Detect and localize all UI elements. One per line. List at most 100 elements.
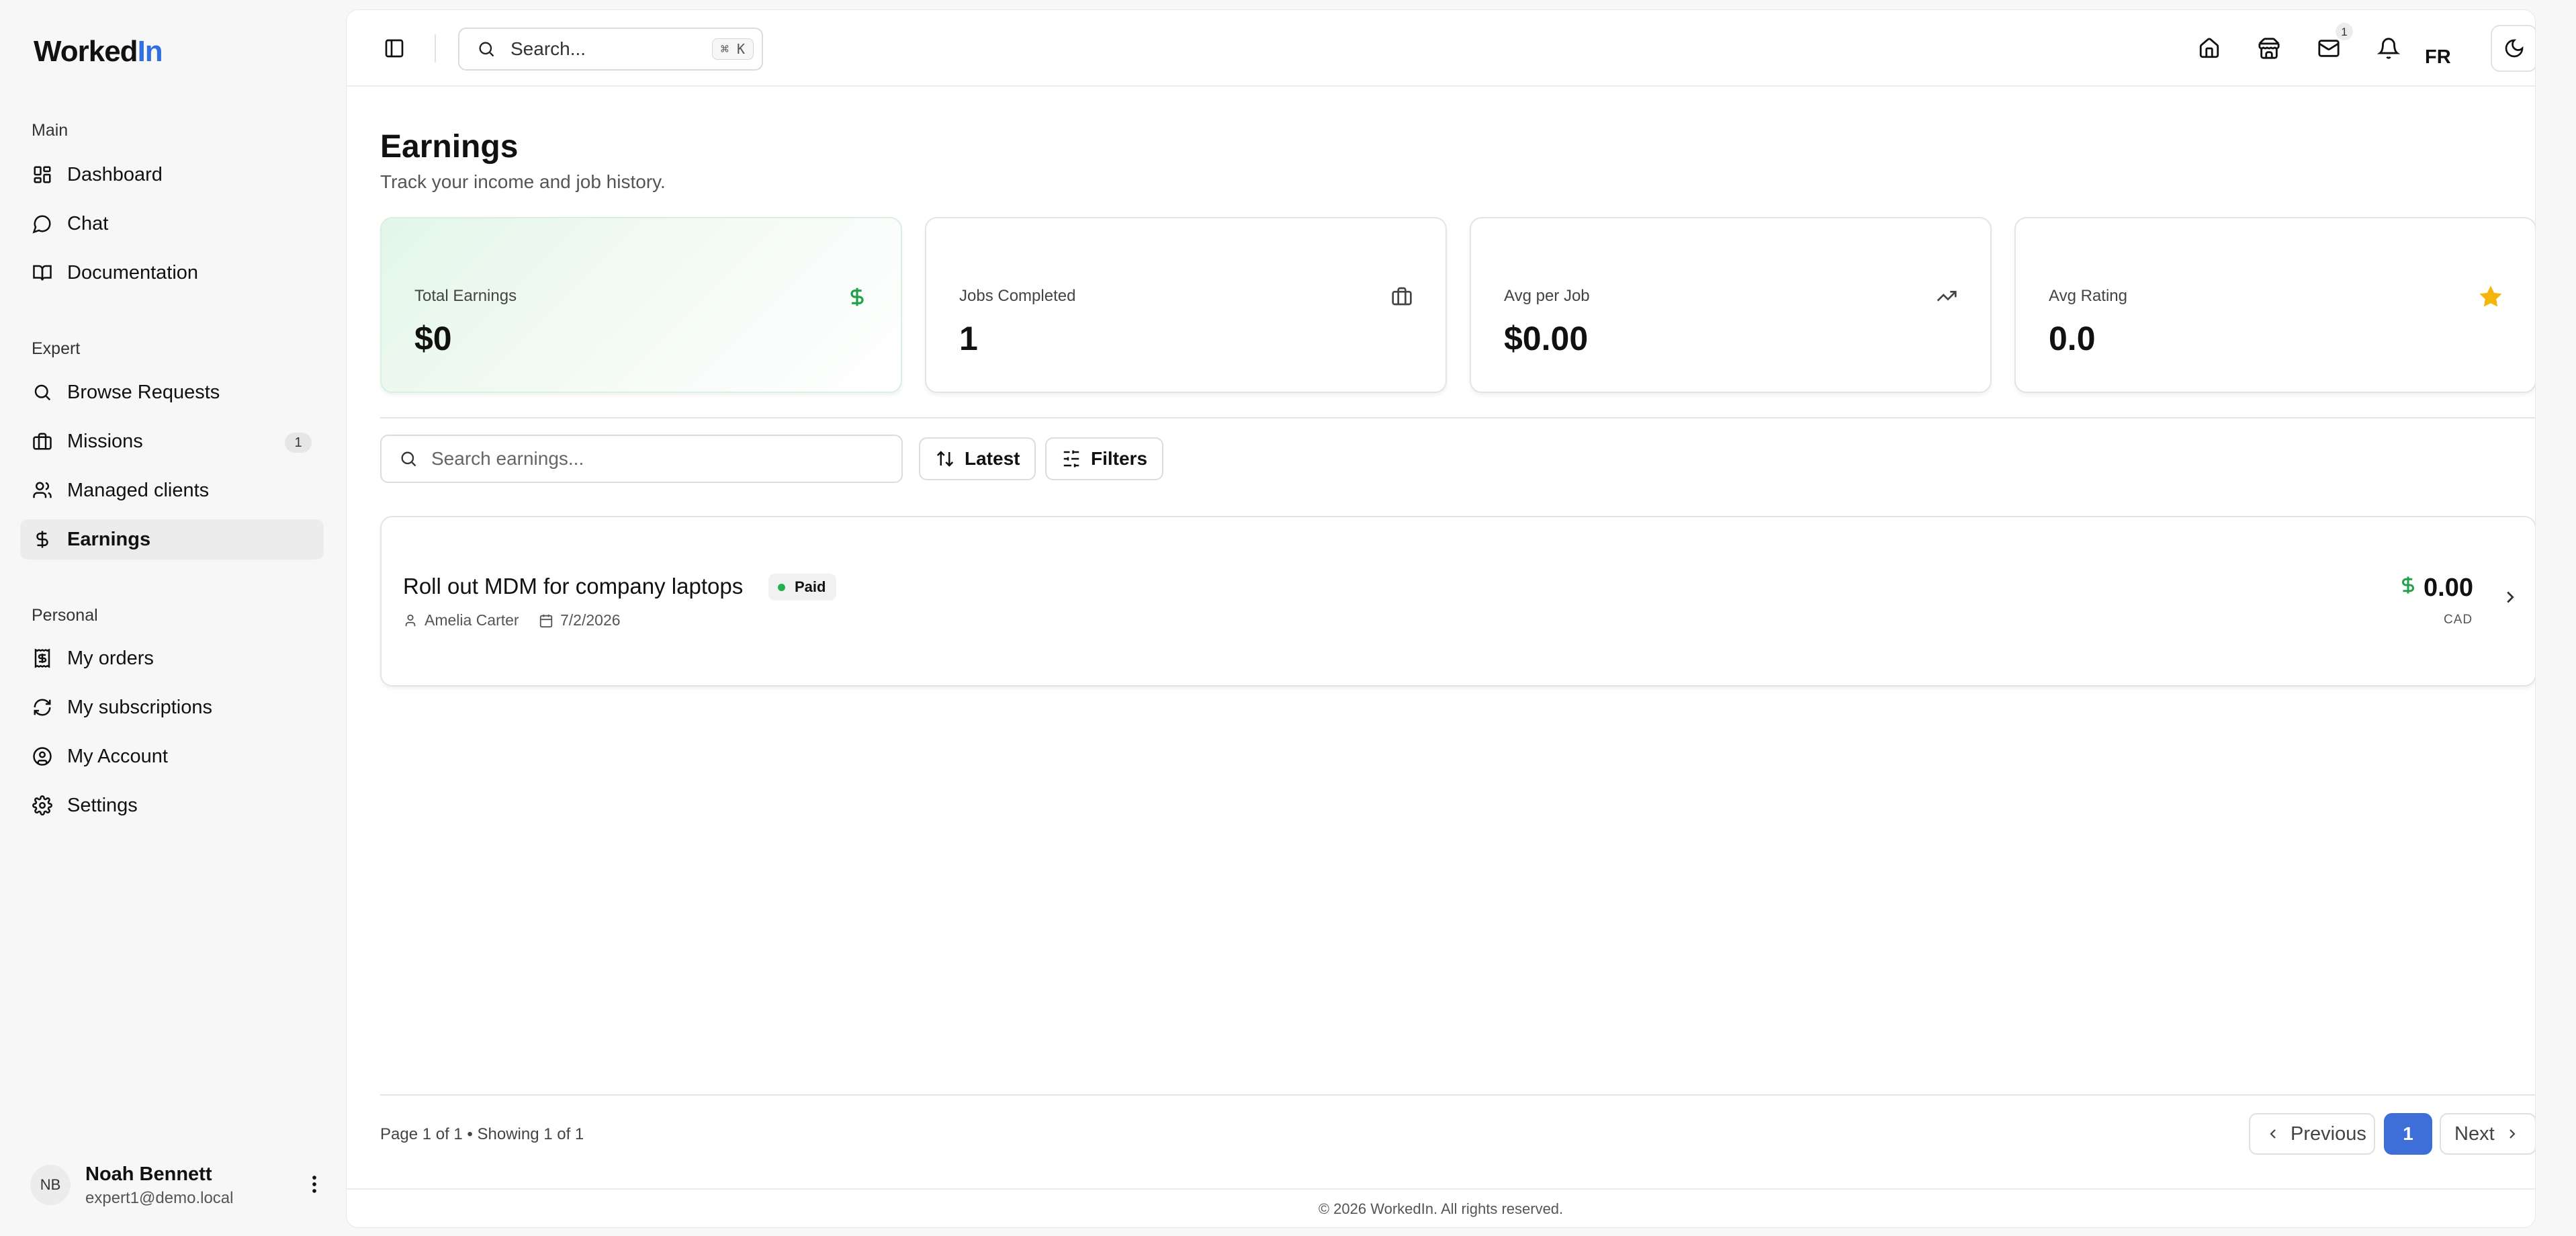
chevron-right-icon <box>2509 1129 2516 1139</box>
dashboard-icon <box>34 166 51 183</box>
chat-icon <box>32 215 51 234</box>
avatar: NB <box>30 1165 71 1205</box>
sidebar-toggle-button[interactable] <box>380 34 408 62</box>
sidebar-item-settings[interactable]: Settings <box>20 785 324 826</box>
date-meta: 7/2/2026 <box>539 611 621 629</box>
status-label: Paid <box>795 578 826 595</box>
next-label: Next <box>2454 1122 2495 1145</box>
sidebar-item-dashboard[interactable]: Dashboard <box>20 154 324 195</box>
mail-count-badge: 1 <box>2336 23 2353 40</box>
language-switcher[interactable]: FR <box>2425 46 2451 69</box>
logo-text: Worked <box>34 35 138 68</box>
store-button[interactable] <box>2255 34 2283 62</box>
stat-label: Jobs Completed <box>959 287 1076 305</box>
sidebar-item-my-subscriptions[interactable]: My subscriptions <box>20 687 324 727</box>
sort-button[interactable]: Latest <box>919 437 1036 480</box>
sidebar-item-label: Settings <box>67 794 138 816</box>
job-date: 7/2/2026 <box>560 611 621 629</box>
earning-list-item[interactable]: Roll out MDM for company laptops Paid Am… <box>380 516 2535 687</box>
home-icon <box>2199 38 2219 58</box>
receipt-icon <box>34 648 50 668</box>
status-badge: Paid <box>768 574 837 601</box>
search-icon <box>34 384 51 401</box>
sidebar-item-my-orders[interactable]: My orders <box>20 638 324 678</box>
page-button-current[interactable]: 1 <box>2384 1113 2432 1155</box>
stat-value: 1 <box>959 320 978 357</box>
sidebar-item-managed-clients[interactable]: Managed clients <box>20 470 324 511</box>
sidebar: WorkedIn Main Dashboard Chat Documentati… <box>0 0 346 1236</box>
star-icon <box>2479 285 2502 307</box>
user-circle-icon <box>33 747 52 766</box>
notifications-button[interactable] <box>2374 34 2403 62</box>
app-logo[interactable]: WorkedIn <box>34 35 163 69</box>
job-title: Roll out MDM for company laptops <box>403 574 744 599</box>
page-title: Earnings <box>380 129 519 165</box>
sidebar-item-label: Documentation <box>67 261 199 283</box>
copyright-text: © 2026 WorkedIn. All rights reserved. <box>1318 1200 1564 1217</box>
user-profile[interactable]: NB Noah Bennett expert1@demo.local <box>30 1161 326 1208</box>
sliders-icon <box>1063 450 1079 468</box>
stat-value: $0 <box>414 320 452 357</box>
panel-left-icon <box>385 39 404 58</box>
stat-card-avg-per-job: Avg per Job $0.00 <box>1470 217 1992 393</box>
search-placeholder: Search earnings... <box>431 448 584 469</box>
earnings-search-input[interactable]: Search earnings... <box>380 435 903 483</box>
stat-label: Total Earnings <box>414 287 517 305</box>
stat-value: $0.00 <box>1504 320 1589 357</box>
sidebar-item-label: Browse Requests <box>67 381 220 403</box>
bell-icon <box>2377 38 2400 59</box>
sort-icon <box>936 451 954 467</box>
sidebar-item-missions[interactable]: Missions 1 <box>20 421 324 461</box>
sidebar-item-documentation[interactable]: Documentation <box>20 253 324 293</box>
stat-card-jobs-completed: Jobs Completed 1 <box>925 217 1447 393</box>
stat-card-total-earnings: Total Earnings $0 <box>380 217 902 393</box>
chevron-right-icon[interactable] <box>2500 587 2520 607</box>
sidebar-item-earnings[interactable]: Earnings <box>20 519 324 560</box>
earning-amount: 0.00 <box>2424 574 2473 602</box>
client-name: Amelia Carter <box>425 611 519 629</box>
dollar-icon <box>850 288 864 306</box>
logo-accent: In <box>137 35 163 68</box>
section-divider <box>380 417 2535 418</box>
chevron-left-icon <box>2270 1129 2276 1139</box>
global-search-input[interactable]: Search... ⌘ K <box>458 28 763 71</box>
stat-label: Avg per Job <box>1504 287 1590 305</box>
stat-label: Avg Rating <box>2049 287 2127 305</box>
user-email: expert1@demo.local <box>85 1189 234 1207</box>
more-vertical-icon[interactable] <box>303 1173 326 1196</box>
section-label-main: Main <box>32 121 69 140</box>
sidebar-item-label: Dashboard <box>67 163 163 185</box>
sort-label: Latest <box>965 448 1020 469</box>
section-label-expert: Expert <box>32 339 81 358</box>
stat-value: 0.0 <box>2049 320 2096 357</box>
next-page-button[interactable]: Next <box>2440 1113 2535 1155</box>
dollar-icon <box>2402 576 2414 594</box>
pagination-info: Page 1 of 1 • Showing 1 of 1 <box>380 1125 584 1143</box>
search-icon <box>401 451 416 467</box>
section-label-personal: Personal <box>32 606 98 625</box>
main-panel: Search... ⌘ K 1 FR Earnings Track your i… <box>346 9 2536 1228</box>
svg-text:1: 1 <box>2341 26 2347 38</box>
sidebar-item-label: Missions <box>67 430 143 452</box>
pagination-divider <box>380 1094 2535 1096</box>
previous-page-button[interactable]: Previous <box>2249 1113 2375 1155</box>
sidebar-item-chat[interactable]: Chat <box>20 204 324 244</box>
earning-currency: CAD <box>2444 613 2473 627</box>
briefcase-icon <box>33 433 52 450</box>
sidebar-item-label: My orders <box>67 647 154 669</box>
filters-button[interactable]: Filters <box>1045 437 1164 480</box>
sidebar-item-browse-requests[interactable]: Browse Requests <box>20 372 324 412</box>
trending-up-icon <box>1937 291 1957 302</box>
divider <box>435 34 436 62</box>
home-button[interactable] <box>2195 34 2223 62</box>
missions-count-badge: 1 <box>285 433 312 453</box>
search-shortcut: ⌘ K <box>711 38 754 60</box>
theme-toggle-button[interactable] <box>2491 25 2535 72</box>
gear-icon <box>32 795 52 815</box>
sidebar-item-my-account[interactable]: My Account <box>20 736 324 777</box>
stat-card-avg-rating: Avg Rating 0.0 <box>2014 217 2535 393</box>
book-icon <box>33 265 52 281</box>
refresh-icon <box>34 699 51 716</box>
dollar-icon <box>36 531 48 548</box>
previous-label: Previous <box>2291 1122 2366 1145</box>
